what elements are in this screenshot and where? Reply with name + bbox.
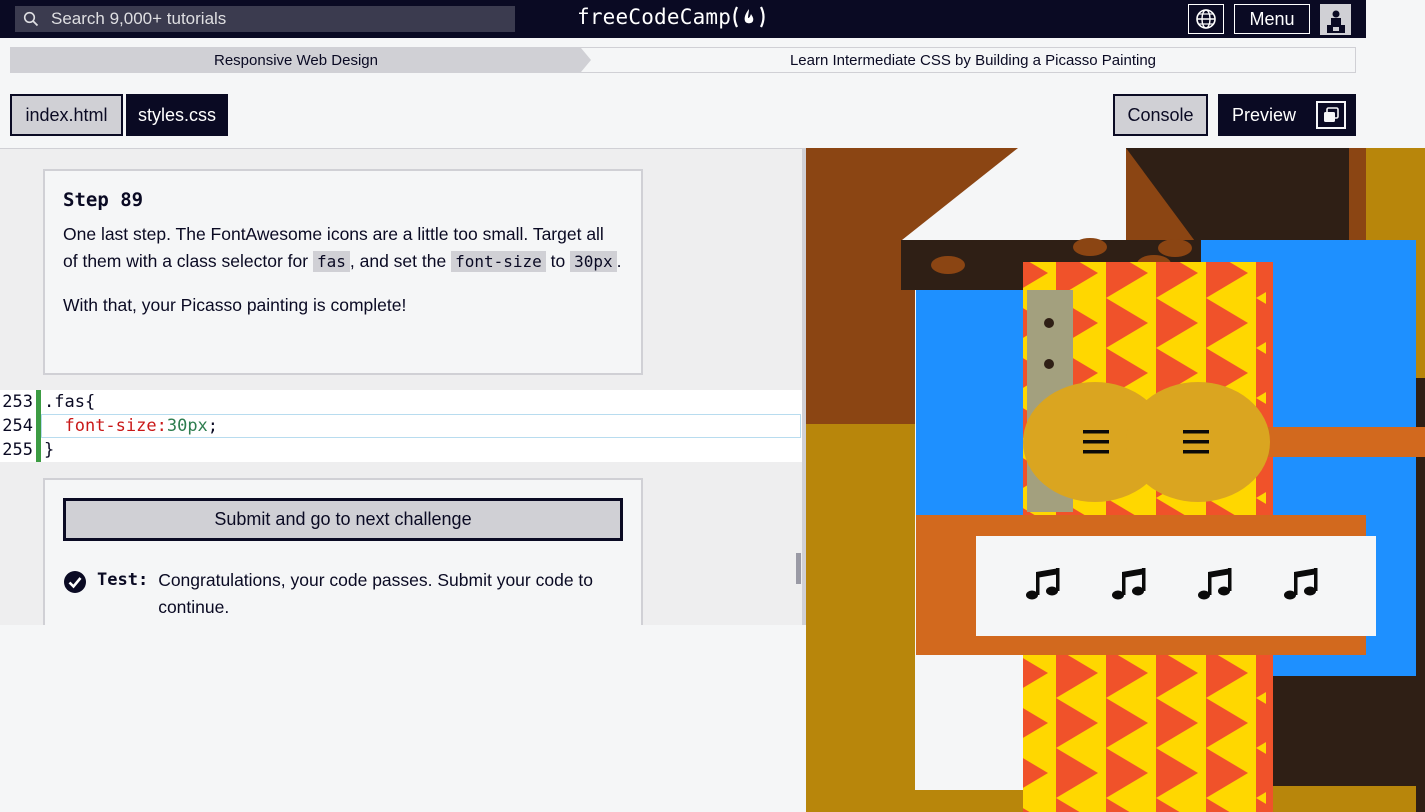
- breadcrumb: Responsive Web Design Learn Intermediate…: [10, 47, 1356, 73]
- code-font-size: font-size: [451, 251, 546, 272]
- code-fas: fas: [312, 251, 350, 272]
- active-line-highlight: [41, 414, 801, 438]
- brown-dot: [1073, 238, 1107, 256]
- brown-dot: [1158, 239, 1192, 257]
- avatar-icon: [1326, 10, 1345, 33]
- editor-line[interactable]: 255 }: [0, 438, 802, 462]
- preview-button[interactable]: Preview: [1218, 94, 1356, 136]
- globe-icon: [1196, 9, 1216, 29]
- fcc-logo[interactable]: freeCodeCamp: [577, 5, 767, 29]
- breadcrumb-project[interactable]: Learn Intermediate CSS by Building a Pic…: [591, 48, 1355, 72]
- breadcrumb-arrow: [581, 48, 591, 72]
- step-instructions: One last step. The FontAwesome icons are…: [63, 224, 622, 272]
- code-editor[interactable]: 253 .fas{ 254 font-size:30px; 255 }: [0, 390, 802, 462]
- scrollbar-thumb[interactable]: [796, 553, 801, 584]
- preview-pane: [806, 148, 1425, 812]
- flame-icon: [733, 6, 765, 28]
- search-icon: [23, 11, 39, 27]
- brown-dot: [931, 256, 965, 274]
- dark-corner: [1273, 676, 1425, 786]
- tab-styles-css[interactable]: styles.css: [126, 94, 228, 136]
- button-dot: [1044, 318, 1054, 328]
- submit-button[interactable]: Submit and go to next challenge: [63, 498, 623, 541]
- logo-text: freeCodeCamp: [577, 5, 732, 29]
- top-nav: freeCodeCamp Menu: [0, 0, 1366, 38]
- preview-label: Preview: [1232, 104, 1297, 125]
- step-title: Step 89: [63, 189, 144, 211]
- code-30px: 30px: [570, 251, 617, 272]
- search-bar[interactable]: [15, 6, 515, 32]
- step-conclusion: With that, your Picasso painting is comp…: [63, 295, 407, 315]
- popout-icon[interactable]: [1316, 101, 1346, 129]
- line-number: 255: [2, 440, 33, 460]
- code-text: .fas{: [44, 392, 96, 412]
- menu-button[interactable]: Menu: [1234, 4, 1310, 34]
- search-input[interactable]: [51, 9, 491, 29]
- code-text: }: [44, 440, 55, 460]
- line-number: 254: [2, 416, 33, 436]
- check-circle-icon: [64, 571, 86, 593]
- console-button[interactable]: Console: [1113, 94, 1208, 136]
- editor-line[interactable]: 253 .fas{: [0, 390, 802, 414]
- test-panel: Submit and go to next challenge Test: Co…: [43, 478, 643, 625]
- avatar[interactable]: [1320, 4, 1351, 35]
- line-number: 253: [2, 392, 33, 412]
- test-label: Test:: [97, 570, 149, 590]
- picasso-painting: [806, 148, 1425, 812]
- tab-index-html[interactable]: index.html: [10, 94, 123, 136]
- breadcrumb-course[interactable]: Responsive Web Design: [11, 48, 581, 72]
- button-dot: [1044, 359, 1054, 369]
- blue-left: [916, 278, 1023, 538]
- test-text: Congratulations, your code passes. Submi…: [158, 570, 594, 617]
- step-description: Step 89 One last step. The FontAwesome i…: [43, 169, 643, 375]
- language-button[interactable]: [1188, 4, 1224, 34]
- test-result: Test: Congratulations, your code passes.…: [63, 568, 623, 621]
